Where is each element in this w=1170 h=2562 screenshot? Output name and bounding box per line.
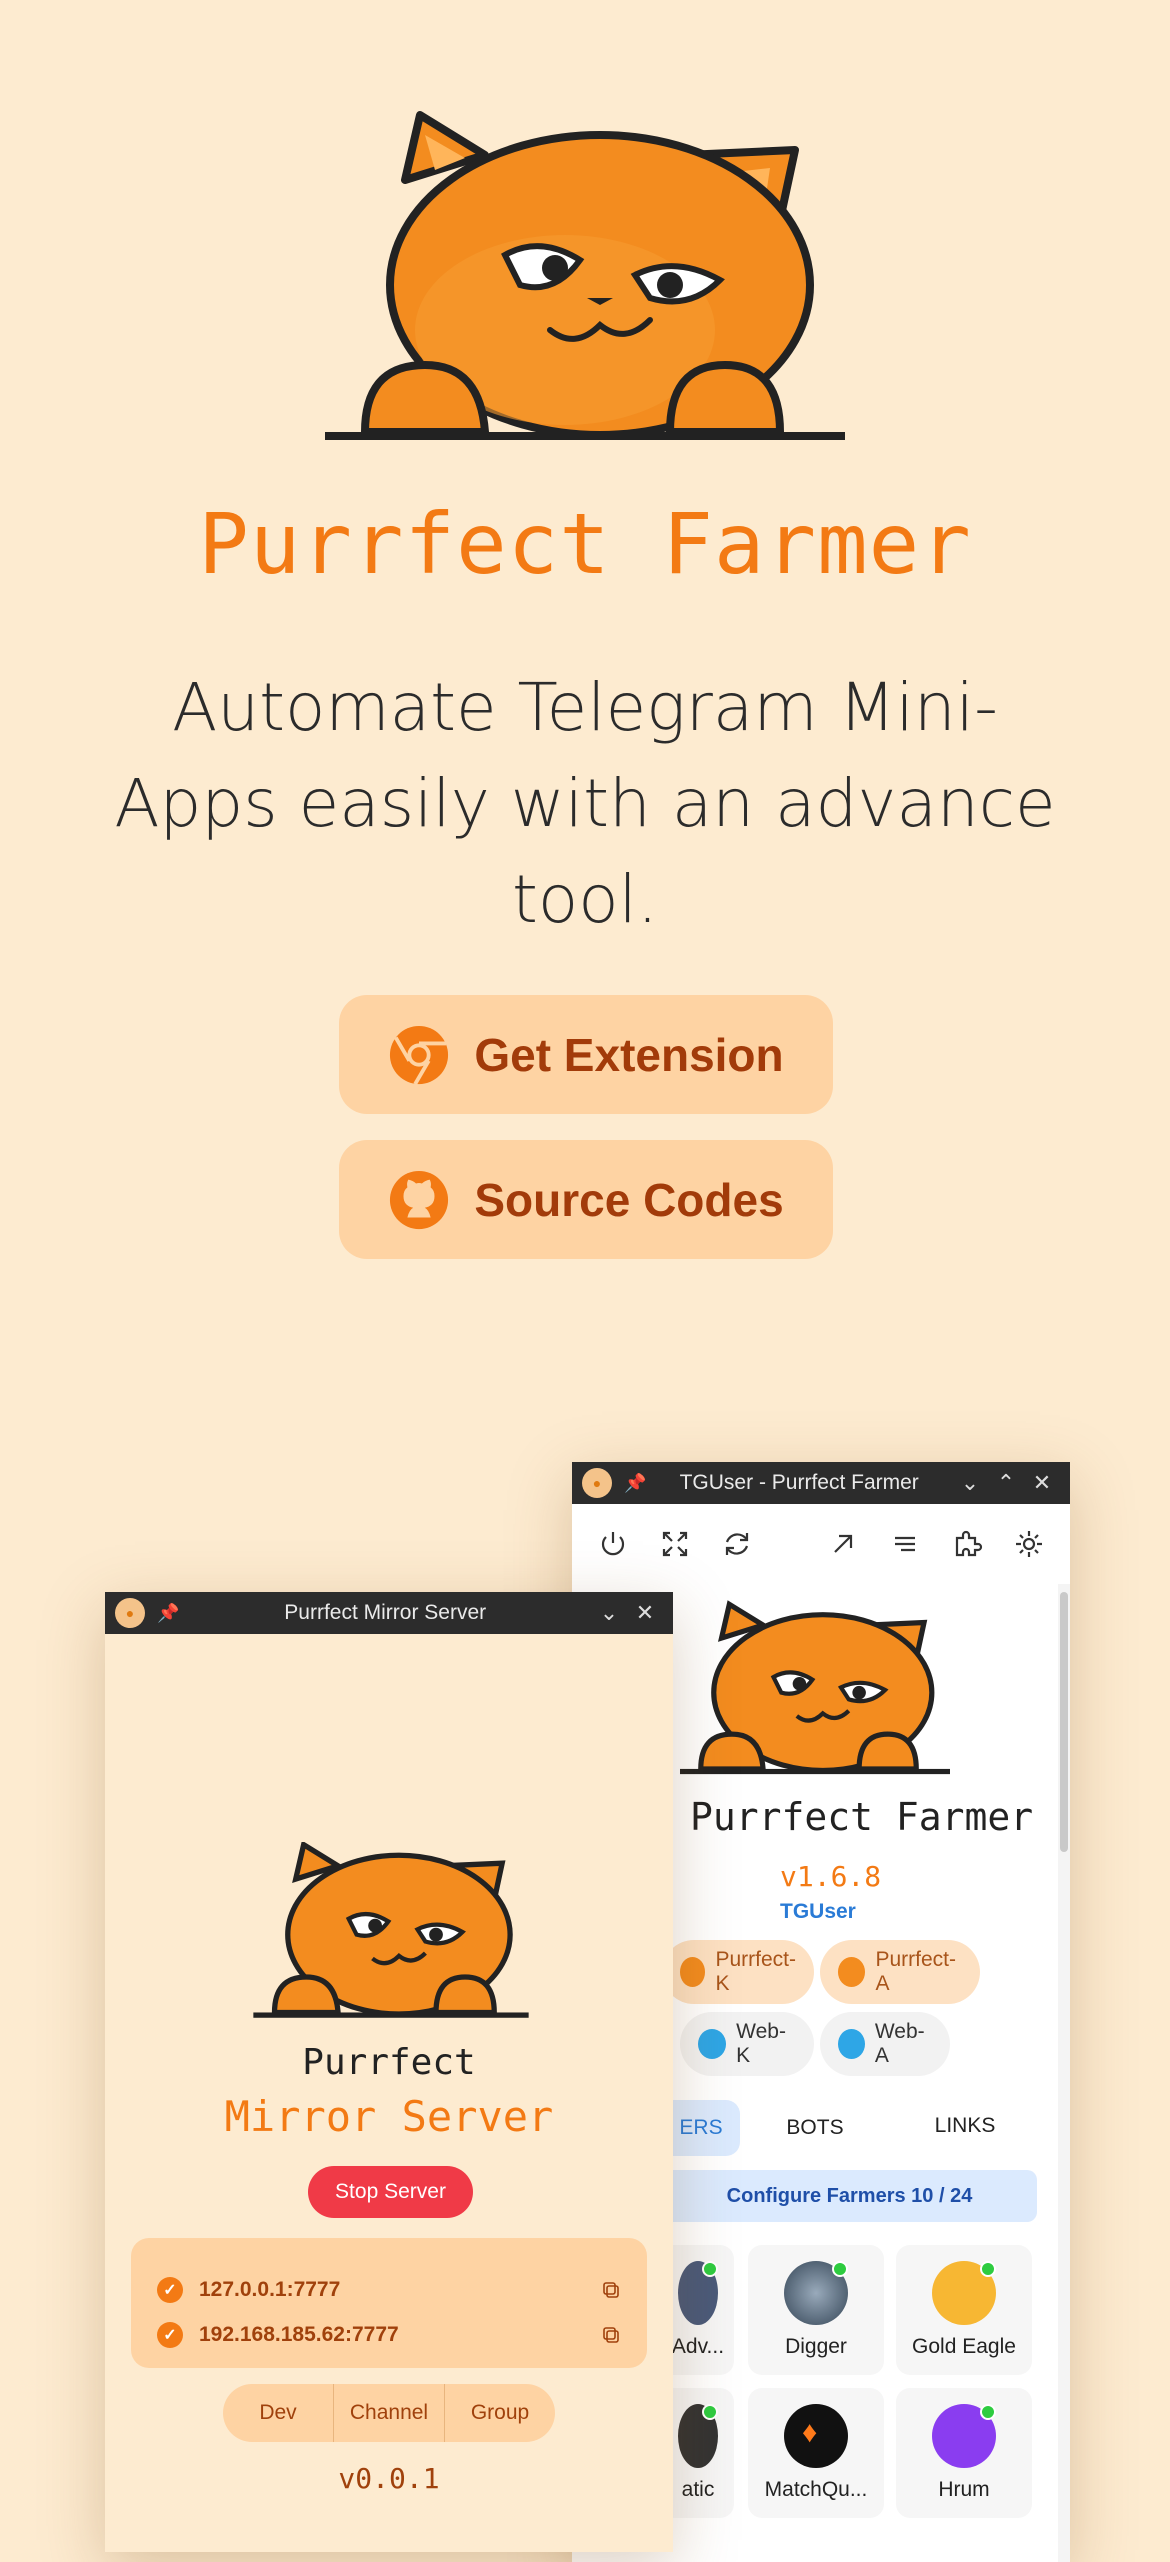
open-external-icon[interactable]: [814, 1515, 872, 1573]
client-web-k[interactable]: Web-K: [680, 2012, 814, 2076]
farmer-card-hrum[interactable]: Hrum: [896, 2388, 1032, 2518]
farmer-atic-avatar: [678, 2404, 718, 2468]
tguser-toolbar: [572, 1504, 1070, 1584]
app-logo-icon: ●: [115, 1598, 145, 1628]
chrome-icon: [390, 1025, 449, 1085]
purrfect-k-icon: [680, 1957, 706, 1987]
farmer-adv-label: Adv...: [671, 2335, 725, 2358]
get-extension-button[interactable]: Get Extension: [339, 995, 833, 1114]
farmer-adv-avatar: [678, 2261, 718, 2325]
links-group: Dev Channel Group: [223, 2384, 555, 2442]
farmer-digger-avatar: [784, 2261, 848, 2325]
copy-icon[interactable]: [601, 2325, 621, 2345]
tab-farmers[interactable]: ERS: [662, 2100, 740, 2156]
tguser-app-name: Purrfect Farmer: [690, 1795, 1034, 1839]
configure-farmers-button[interactable]: Configure Farmers 10 / 24: [662, 2170, 1037, 2222]
farmer-hrum-label: Hrum: [938, 2478, 990, 2501]
check-icon: ✓: [157, 2277, 183, 2303]
address-row: ✓ 127.0.0.1:7777: [157, 2268, 621, 2312]
web-k-icon: [698, 2029, 727, 2059]
farmer-card-digger[interactable]: Digger: [748, 2245, 884, 2375]
address-row: ✓ 192.168.185.62:7777: [157, 2313, 621, 2357]
farmer-gold-eagle-label: Gold Eagle: [912, 2335, 1016, 2358]
farmer-digger-label: Digger: [785, 2335, 847, 2358]
farmer-gold-eagle-avatar: [932, 2261, 996, 2325]
stop-server-button[interactable]: Stop Server: [308, 2166, 473, 2218]
minimize-icon[interactable]: ⌄: [591, 1600, 627, 1626]
client-web-k-label: Web-K: [736, 2020, 786, 2067]
power-icon[interactable]: [584, 1515, 642, 1573]
tagline: Automate Telegram Mini-Apps easily with …: [114, 669, 1056, 938]
scrollbar-thumb[interactable]: [1060, 1592, 1068, 1852]
brand-title: Purrfect Farmer: [198, 495, 972, 593]
mirror-cat-logo: [253, 1842, 529, 2018]
client-purrfect-k[interactable]: Purrfect-K: [662, 1940, 814, 2004]
mirror-window-title: Purrfect Mirror Server: [284, 1601, 487, 1624]
mirror-version: v0.0.1: [338, 2462, 440, 2495]
farmer-hrum-avatar: [932, 2404, 996, 2468]
purrfect-a-icon: [838, 1957, 866, 1987]
mirror-titlebar[interactable]: ● 📌 Purrfect Mirror Server ⌄ ✕: [105, 1592, 673, 1634]
tab-links[interactable]: LINKS: [905, 2098, 1025, 2154]
copy-icon[interactable]: [601, 2280, 621, 2300]
hero-cat-logo: [325, 111, 845, 440]
github-icon: [390, 1170, 449, 1229]
tguser-username[interactable]: TGUser: [780, 1900, 856, 1924]
address-local[interactable]: 127.0.0.1:7777: [199, 2278, 340, 2302]
tguser-cat-logo: [680, 1600, 950, 1775]
fullscreen-icon[interactable]: [646, 1515, 704, 1573]
mirror-server-window: ● 📌 Purrfect Mirror Server ⌄ ✕ Purrfect …: [105, 1592, 673, 2552]
menu-icon[interactable]: [876, 1515, 934, 1573]
check-icon: ✓: [157, 2322, 183, 2348]
client-purrfect-k-label: Purrfect-K: [715, 1948, 796, 1995]
farmer-matchquest-avatar: ♦: [784, 2404, 848, 2468]
client-web-a-label: Web-A: [874, 2020, 925, 2067]
client-purrfect-a[interactable]: Purrfect-A: [820, 1940, 980, 2004]
tab-bots[interactable]: BOTS: [760, 2100, 870, 2156]
app-logo-icon: ●: [582, 1468, 612, 1498]
farmer-atic-label: atic: [681, 2478, 715, 2501]
channel-link[interactable]: Channel: [334, 2401, 444, 2425]
tguser-version: v1.6.8: [780, 1860, 882, 1893]
settings-icon[interactable]: [1000, 1515, 1058, 1573]
tguser-window-title: TGUser - Purrfect Farmer: [679, 1471, 919, 1494]
web-a-icon: [838, 2029, 865, 2059]
address-lan[interactable]: 192.168.185.62:7777: [199, 2323, 399, 2347]
farmer-matchquest-label: MatchQu...: [764, 2478, 868, 2501]
pin-icon[interactable]: 📌: [157, 1603, 179, 1624]
mirror-heading-line1: Purrfect: [302, 2042, 476, 2083]
source-codes-button[interactable]: Source Codes: [339, 1140, 833, 1259]
dev-link[interactable]: Dev: [223, 2401, 333, 2425]
minimize-icon[interactable]: ⌄: [952, 1470, 988, 1496]
maximize-icon[interactable]: ⌃: [988, 1470, 1024, 1496]
tguser-titlebar[interactable]: ● 📌 TGUser - Purrfect Farmer ⌄ ⌃ ✕: [572, 1462, 1070, 1504]
close-icon[interactable]: ✕: [627, 1600, 663, 1626]
mirror-heading-line2: Mirror Server: [224, 2092, 554, 2141]
farmer-card-matchquest[interactable]: ♦ MatchQu...: [748, 2388, 884, 2518]
get-extension-label: Get Extension: [474, 1028, 784, 1081]
client-web-a[interactable]: Web-A: [820, 2012, 950, 2076]
extension-icon[interactable]: [938, 1515, 996, 1573]
farmer-card-gold-eagle[interactable]: Gold Eagle: [896, 2245, 1032, 2375]
pin-icon[interactable]: 📌: [624, 1473, 646, 1494]
client-purrfect-a-label: Purrfect-A: [875, 1948, 956, 1995]
group-link[interactable]: Group: [445, 2401, 555, 2425]
source-codes-label: Source Codes: [474, 1173, 784, 1226]
refresh-icon[interactable]: [708, 1515, 766, 1573]
close-icon[interactable]: ✕: [1024, 1470, 1060, 1496]
